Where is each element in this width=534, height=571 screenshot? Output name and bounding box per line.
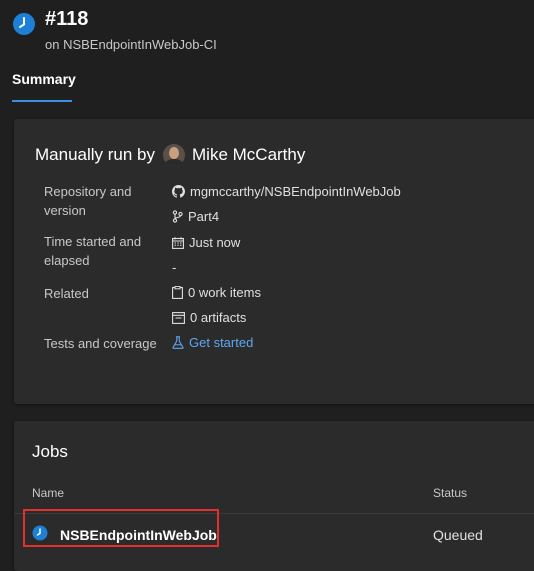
repository-value[interactable]: mgmccarthy/NSBEndpointInWebJob [172,184,401,199]
jobs-title: Jobs [32,442,68,461]
job-status: Queued [433,527,483,543]
run-by-name: Mike McCarthy [192,145,306,164]
summary-card: Manually run by Mike McCarthy Repository… [14,119,534,404]
started-value: Just now [172,235,240,250]
tab-summary[interactable]: Summary [12,71,76,87]
work-items-value[interactable]: 0 work items [172,285,261,300]
queued-clock-icon [32,525,48,541]
run-number: #118 [45,8,89,30]
branch-name: Part4 [188,209,220,224]
related-label: Related [44,286,89,301]
calendar-icon [172,236,184,249]
artifacts-text: 0 artifacts [190,310,247,325]
flask-icon [172,336,184,349]
run-pipeline-name[interactable]: on NSBEndpointInWebJob-CI [45,37,217,52]
branch-icon [172,210,183,223]
job-name[interactable]: NSBEndpointInWebJob [60,527,217,543]
github-icon [172,185,185,198]
tab-selected-indicator [12,100,72,102]
get-started-link[interactable]: Get started [189,335,253,350]
artifact-icon [172,311,185,324]
run-by-line: Manually run by Mike McCarthy [35,144,305,166]
column-header-status[interactable]: Status [433,486,467,500]
column-header-name[interactable]: Name [32,486,64,500]
work-items-text: 0 work items [188,285,261,300]
jobs-card: Jobs Name Status NSBEndpointInWebJob Que… [14,421,534,571]
repository-name: mgmccarthy/NSBEndpointInWebJob [190,184,401,199]
artifacts-value[interactable]: 0 artifacts [172,310,246,325]
elapsed-value: - [172,260,177,275]
repository-label: Repository and version [44,184,132,218]
run-by-prefix: Manually run by [35,145,156,164]
clipboard-icon [172,286,183,299]
branch-value[interactable]: Part4 [172,209,219,224]
time-label: Time started and elapsed [44,234,142,268]
tests-label: Tests and coverage [44,336,157,351]
queued-clock-icon [13,13,35,35]
started-text: Just now [189,235,241,250]
tests-get-started[interactable]: Get started [172,335,253,350]
avatar [163,144,186,166]
